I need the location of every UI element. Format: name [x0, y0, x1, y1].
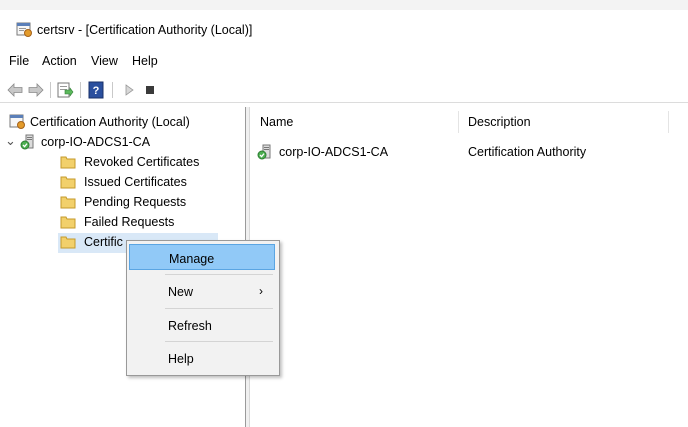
title-bar[interactable]: certsrv - [Certification Authority (Loca…: [0, 10, 688, 46]
menu-help[interactable]: Help: [131, 54, 159, 68]
expand-chevron-icon[interactable]: ⌄: [5, 133, 16, 149]
menu-bar: File Action View Help: [0, 48, 688, 72]
menu-view[interactable]: View: [90, 54, 119, 68]
export-list-icon[interactable]: [56, 81, 74, 99]
tree-label-certificate-templates: Certific: [84, 235, 123, 249]
list-cell-description: Certification Authority: [468, 145, 587, 159]
folder-icon: [60, 176, 76, 189]
tree-label-failed: Failed Requests: [84, 215, 175, 229]
toolbar: ?: [0, 78, 688, 102]
help-book-icon[interactable]: ?: [87, 81, 105, 99]
tree-label-ca: corp-IO-ADCS1-CA: [41, 135, 151, 149]
context-menu-refresh[interactable]: Refresh: [129, 312, 275, 338]
forward-arrow-icon[interactable]: [27, 81, 45, 99]
tree-label-issued: Issued Certificates: [84, 175, 187, 189]
list-cell-name: corp-IO-ADCS1-CA: [279, 145, 389, 159]
folder-icon: [60, 236, 76, 249]
menu-action[interactable]: Action: [41, 54, 78, 68]
folder-icon: [60, 196, 76, 209]
window-top-edge: [0, 0, 688, 10]
svg-text:?: ?: [93, 85, 100, 97]
stop-icon[interactable]: [141, 81, 159, 99]
column-header-name[interactable]: Name: [260, 115, 293, 129]
column-header-description[interactable]: Description: [468, 115, 531, 129]
ca-server-icon: [257, 144, 271, 160]
folder-icon: [60, 216, 76, 229]
submenu-arrow-icon: ›: [259, 284, 263, 298]
context-menu-manage-label: Manage: [169, 252, 215, 266]
tree-item-issued-certificates[interactable]: Issued Certificates: [58, 173, 244, 193]
context-menu-new-label: New: [168, 285, 194, 299]
certsrv-app-icon: [16, 22, 32, 37]
back-arrow-icon[interactable]: [6, 81, 24, 99]
certification-authority-icon: [9, 114, 25, 129]
context-menu-help-label: Help: [168, 352, 194, 366]
context-menu: Manage New › Refresh Help: [126, 240, 280, 376]
context-menu-new[interactable]: New ›: [129, 278, 275, 304]
tree-item-pending-requests[interactable]: Pending Requests: [58, 193, 244, 213]
list-row[interactable]: corp-IO-ADCS1-CA Certification Authority: [256, 143, 676, 163]
window-title: certsrv - [Certification Authority (Loca…: [37, 23, 253, 37]
tree-item-revoked-certificates[interactable]: Revoked Certificates: [58, 153, 244, 173]
tree-label-revoked: Revoked Certificates: [84, 155, 200, 169]
context-menu-help[interactable]: Help: [129, 345, 275, 371]
tree-label-pending: Pending Requests: [84, 195, 187, 209]
tree-item-ca[interactable]: ⌄ corp-IO-ADCS1-CA: [4, 133, 244, 153]
menu-file[interactable]: File: [8, 54, 30, 68]
results-pane: Name Description corp-IO-ADCS1-CA Certif…: [250, 107, 688, 427]
tree-item-failed-requests[interactable]: Failed Requests: [58, 213, 244, 233]
context-menu-manage[interactable]: Manage: [129, 244, 275, 270]
tree-item-root[interactable]: Certification Authority (Local): [4, 113, 244, 133]
context-menu-refresh-label: Refresh: [168, 319, 212, 333]
ca-server-icon: [20, 134, 34, 150]
play-icon[interactable]: [120, 81, 138, 99]
folder-icon: [60, 156, 76, 169]
tree-label-root: Certification Authority (Local): [30, 115, 190, 129]
